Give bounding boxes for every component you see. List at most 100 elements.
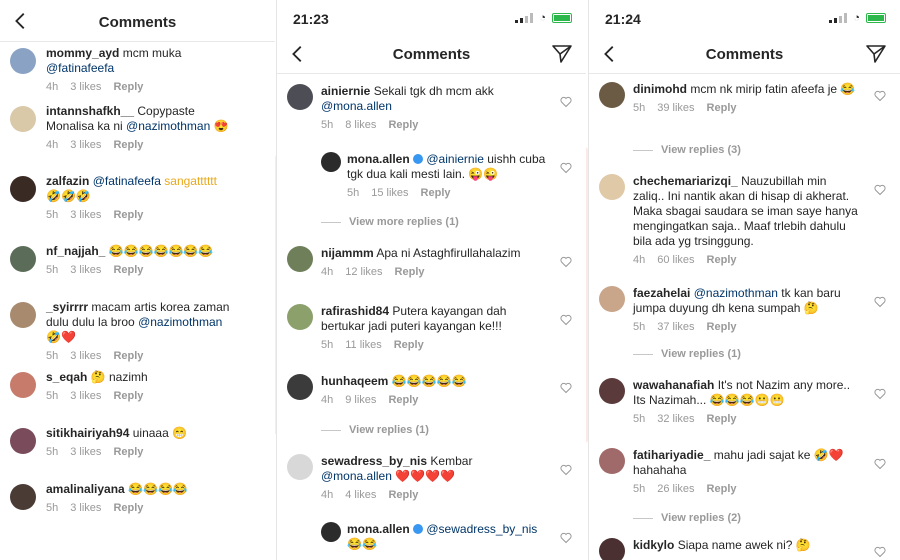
likes-count[interactable]: 3 likes [70, 81, 101, 93]
view-replies-link[interactable]: View replies (1) [321, 424, 429, 436]
likes-count[interactable]: 8 likes [345, 119, 376, 131]
like-heart-icon[interactable] [874, 184, 886, 196]
avatar[interactable] [599, 286, 625, 312]
username[interactable]: _syirrrr [46, 300, 88, 314]
like-heart-icon[interactable] [560, 96, 572, 108]
reply-button[interactable]: Reply [113, 209, 143, 221]
like-heart-icon[interactable] [874, 388, 886, 400]
reply-button[interactable]: Reply [113, 502, 143, 514]
like-heart-icon[interactable] [560, 256, 572, 268]
likes-count[interactable]: 4 likes [345, 489, 376, 501]
username[interactable]: chechemariarizqi_ [633, 174, 738, 188]
avatar[interactable] [287, 84, 313, 110]
avatar[interactable] [10, 246, 36, 272]
mention-link[interactable]: @nazimothman [694, 286, 778, 300]
direct-message-icon[interactable] [550, 42, 574, 66]
username[interactable]: wawahanafiah [633, 378, 714, 392]
avatar[interactable] [287, 374, 313, 400]
likes-count[interactable]: 26 likes [657, 483, 694, 495]
mention-link[interactable]: @mona.allen [321, 469, 392, 483]
likes-count[interactable]: 3 likes [70, 139, 101, 151]
reply-button[interactable]: Reply [707, 102, 737, 114]
avatar[interactable] [10, 302, 36, 328]
reply-button[interactable]: Reply [113, 81, 143, 93]
like-heart-icon[interactable] [874, 296, 886, 308]
reply-button[interactable]: Reply [388, 119, 418, 131]
username[interactable]: zalfazin [46, 174, 89, 188]
username[interactable]: ainiernie [321, 84, 370, 98]
mention-link[interactable]: @fatinafeefa [46, 61, 114, 75]
username[interactable]: faezahelai [633, 286, 690, 300]
like-heart-icon[interactable] [560, 314, 572, 326]
like-heart-icon[interactable] [560, 532, 572, 544]
view-replies-link[interactable]: View replies (2) [633, 512, 741, 524]
like-heart-icon[interactable] [560, 464, 572, 476]
reply-button[interactable]: Reply [388, 489, 418, 501]
avatar[interactable] [321, 522, 341, 542]
reply-button[interactable]: Reply [421, 187, 451, 199]
likes-count[interactable]: 37 likes [657, 321, 694, 333]
username[interactable]: intannshafkh__ [46, 104, 134, 118]
username[interactable]: dinimohd [633, 82, 687, 96]
mention-link[interactable]: @nazimothman [138, 315, 222, 329]
username[interactable]: mona.allen [347, 152, 410, 166]
likes-count[interactable]: 9 likes [345, 394, 376, 406]
reply-button[interactable]: Reply [394, 339, 424, 351]
likes-count[interactable]: 3 likes [70, 264, 101, 276]
likes-count[interactable]: 3 likes [70, 446, 101, 458]
likes-count[interactable]: 60 likes [657, 254, 694, 266]
view-replies-link[interactable]: View replies (1) [633, 348, 741, 360]
avatar[interactable] [287, 454, 313, 480]
username[interactable]: rafirashid84 [321, 304, 389, 318]
username[interactable]: s_eqah [46, 370, 87, 384]
likes-count[interactable]: 3 likes [70, 209, 101, 221]
like-heart-icon[interactable] [560, 162, 572, 174]
avatar[interactable] [599, 82, 625, 108]
reply-button[interactable]: Reply [113, 264, 143, 276]
view-more-replies-link[interactable]: View more replies (1) [321, 216, 459, 228]
mention-link[interactable]: @ainiernie [426, 152, 484, 166]
mention-link[interactable]: @nazimothman [126, 119, 210, 133]
avatar[interactable] [10, 48, 36, 74]
avatar[interactable] [287, 246, 313, 272]
like-heart-icon[interactable] [874, 458, 886, 470]
username[interactable]: amalinaliyana [46, 482, 125, 496]
avatar[interactable] [10, 106, 36, 132]
likes-count[interactable]: 11 likes [345, 339, 381, 351]
username[interactable]: sitikhairiyah94 [46, 426, 129, 440]
reply-button[interactable]: Reply [707, 254, 737, 266]
likes-count[interactable]: 32 likes [657, 413, 694, 425]
reply-button[interactable]: Reply [113, 139, 143, 151]
reply-button[interactable]: Reply [707, 413, 737, 425]
likes-count[interactable]: 15 likes [371, 187, 408, 199]
mention-link[interactable]: @fatinafeefa [93, 174, 161, 188]
like-heart-icon[interactable] [874, 546, 886, 558]
username[interactable]: fatihariyadie_ [633, 448, 710, 462]
reply-button[interactable]: Reply [388, 394, 418, 406]
view-replies-link[interactable]: View replies (3) [633, 144, 741, 156]
avatar[interactable] [599, 538, 625, 560]
avatar[interactable] [10, 176, 36, 202]
username[interactable]: nf_najjah_ [46, 244, 105, 258]
likes-count[interactable]: 39 likes [657, 102, 694, 114]
avatar[interactable] [287, 304, 313, 330]
avatar[interactable] [321, 152, 341, 172]
reply-button[interactable]: Reply [113, 350, 143, 362]
username[interactable]: hunhaqeem [321, 374, 388, 388]
like-heart-icon[interactable] [560, 382, 572, 394]
like-heart-icon[interactable] [874, 90, 886, 102]
username[interactable]: kidkylo [633, 538, 674, 552]
mention-link[interactable]: @sewadress_by_nis [426, 522, 537, 536]
username[interactable]: sewadress_by_nis [321, 454, 427, 468]
username[interactable]: nijammm [321, 246, 374, 260]
reply-button[interactable]: Reply [113, 446, 143, 458]
avatar[interactable] [599, 448, 625, 474]
username[interactable]: mona.allen [347, 522, 410, 536]
avatar[interactable] [599, 378, 625, 404]
likes-count[interactable]: 3 likes [70, 350, 101, 362]
avatar[interactable] [10, 428, 36, 454]
avatar[interactable] [10, 372, 36, 398]
direct-message-icon[interactable] [864, 42, 888, 66]
reply-button[interactable]: Reply [707, 483, 737, 495]
reply-button[interactable]: Reply [113, 390, 143, 402]
